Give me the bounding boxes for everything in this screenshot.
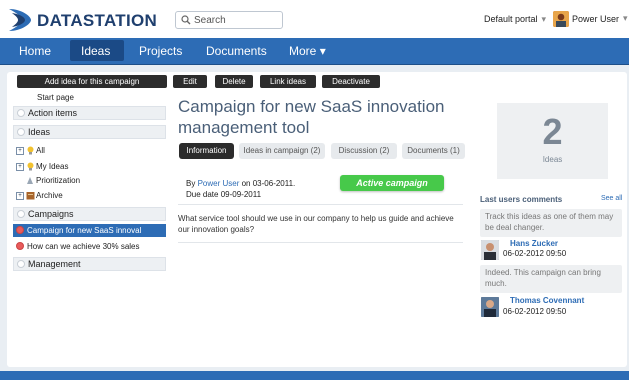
status-badge: Active campaign (340, 175, 444, 191)
created-date: on 03-06-2011. (241, 179, 296, 188)
brand-name: DATASTATION (37, 11, 158, 30)
ideas-counter: 2 Ideas (497, 103, 608, 179)
bullet-icon (17, 210, 25, 218)
sidebar-management-label: Management (28, 259, 81, 269)
sidebar-item-label: My Ideas (36, 162, 69, 171)
page-title: Campaign for new SaaS innovation managem… (178, 97, 445, 137)
search-icon (181, 15, 191, 25)
sidebar-management[interactable]: Management (13, 257, 166, 271)
sidebar-action-items-label: Action items (28, 108, 78, 118)
search-input[interactable]: Search (175, 11, 283, 29)
footer-bar (0, 371, 629, 380)
sidebar-item-prioritization[interactable]: Prioritization (16, 176, 156, 186)
comments-heading: Last users comments (480, 195, 563, 204)
commenter-photo (481, 240, 499, 260)
sidebar-item-my-ideas[interactable]: + My Ideas (16, 162, 156, 172)
nav-documents[interactable]: Documents (206, 44, 267, 58)
sidebar-item-label: Archive (36, 191, 63, 200)
tab-discussion[interactable]: Discussion (2) (331, 143, 397, 159)
sidebar-item-label: All (36, 146, 45, 155)
sidebar-item-archive[interactable]: + Archive (16, 191, 156, 201)
expand-icon[interactable]: + (16, 147, 24, 155)
archive-icon (26, 192, 35, 200)
link-ideas-button[interactable]: Link ideas (260, 75, 316, 88)
commenter-name[interactable]: Hans Zucker (510, 239, 558, 248)
sidebar-item-label: Prioritization (36, 176, 81, 185)
edit-button[interactable]: Edit (173, 75, 207, 88)
sidebar-ideas[interactable]: Ideas (13, 125, 166, 139)
nav-more-label: More (289, 44, 317, 58)
by-prefix: By (186, 179, 196, 188)
expand-icon[interactable]: + (16, 192, 24, 200)
sidebar-start-page[interactable]: Start page (37, 93, 74, 102)
commenter-name[interactable]: Thomas Covennant (510, 296, 584, 305)
author-link[interactable]: Power User (198, 179, 240, 188)
commenter-photo (481, 297, 499, 317)
bullet-icon (17, 260, 25, 268)
logo-swoosh-icon (9, 9, 31, 31)
campaign-item-label: Campaign for new SaaS innoval (27, 226, 142, 235)
top-header: DATASTATION Search Default portal ▾ Power… (0, 0, 629, 38)
ideas-count: 2 (542, 111, 563, 152)
nav-home[interactable]: Home (19, 44, 51, 58)
portal-selector[interactable]: Default portal ▾ (484, 14, 546, 25)
due-date: Due date 09-09-2011 (186, 190, 262, 199)
chevron-down-icon: ▾ (541, 14, 547, 24)
campaign-status-icon (16, 242, 24, 250)
chevron-down-icon: ▾ (623, 13, 628, 23)
tab-information[interactable]: Information (179, 143, 234, 159)
nav-ideas[interactable]: Ideas (81, 44, 110, 58)
tab-ideas-in-campaign[interactable]: Ideas in campaign (2) (239, 143, 325, 159)
comment-date: 06-02-2012 09:50 (503, 307, 567, 316)
datastation-logo[interactable]: DATASTATION (7, 6, 157, 34)
comment-text: Indeed. This campaign can bring much. (480, 265, 622, 293)
campaign-item[interactable]: How can we achieve 30% sales (13, 240, 166, 253)
divider (178, 204, 463, 205)
user-name: Power User (572, 14, 620, 24)
sidebar-campaigns-label: Campaigns (28, 209, 74, 219)
sidebar-item-all[interactable]: + All (16, 146, 156, 156)
campaign-item-selected[interactable]: Campaign for new SaaS innoval (13, 224, 166, 237)
sidebar-action-items[interactable]: Action items (13, 106, 166, 120)
lightbulb-icon (27, 146, 34, 155)
sidebar-ideas-label: Ideas (28, 127, 51, 137)
bullet-icon (17, 128, 25, 136)
sidebar-campaigns[interactable]: Campaigns (13, 207, 166, 221)
main-nav: Home Ideas Projects Documents More ▾ (0, 38, 629, 65)
see-all-link[interactable]: See all (601, 195, 622, 202)
comment-text: Track this ideas as one of them may be d… (480, 209, 622, 237)
campaign-status-icon (16, 226, 24, 234)
deactivate-button[interactable]: Deactivate (322, 75, 380, 88)
delete-button[interactable]: Delete (215, 75, 253, 88)
ideas-count-label: Ideas (542, 155, 563, 164)
nav-more[interactable]: More ▾ (289, 44, 326, 58)
search-placeholder: Search (194, 15, 226, 26)
lightbulb-icon (27, 162, 34, 171)
bullet-icon (17, 109, 25, 117)
divider (178, 242, 463, 243)
portal-label: Default portal (484, 14, 538, 24)
user-avatar (553, 11, 569, 27)
tab-documents[interactable]: Documents (1) (402, 143, 465, 159)
campaign-item-label: How can we achieve 30% sales (27, 242, 140, 251)
chevron-down-icon: ▾ (319, 44, 326, 58)
campaign-description: What service tool should we use in our c… (178, 214, 454, 234)
sort-icon (27, 177, 33, 184)
comment-date: 06-02-2012 09:50 (503, 249, 567, 258)
expand-icon[interactable]: + (16, 163, 24, 171)
add-idea-button[interactable]: Add idea for this campaign (17, 75, 167, 88)
campaign-byline: By Power User on 03-06-2011. Due date 09… (186, 178, 295, 200)
nav-projects[interactable]: Projects (139, 44, 182, 58)
